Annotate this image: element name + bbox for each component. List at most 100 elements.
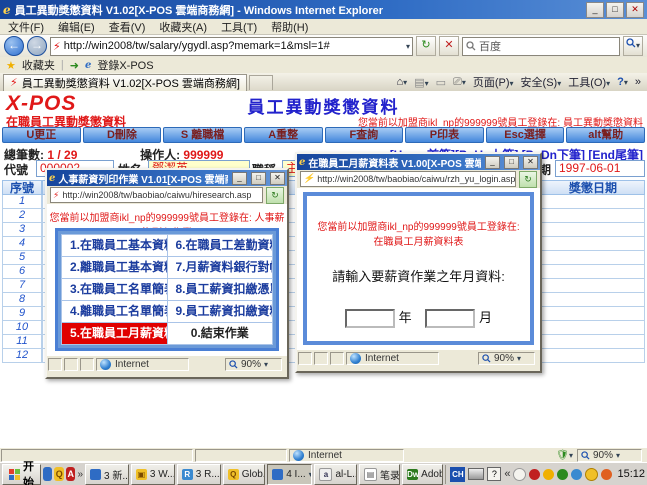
resign-file-button[interactable]: S 離職檔 — [163, 127, 242, 143]
menu-item-4[interactable]: 4.離職員工名單簡表列表 — [62, 301, 167, 322]
quicklaunch-app-icon[interactable]: A — [66, 467, 75, 481]
help-tray-icon[interactable]: ? — [487, 467, 501, 481]
taskbar-button[interactable]: QGlob... — [223, 464, 266, 485]
tray-msn-icon[interactable] — [571, 469, 582, 480]
print-button[interactable]: P印表 — [405, 127, 484, 143]
taskbar-button-active[interactable]: e4 I...▾ — [267, 464, 312, 485]
taskbar-button[interactable]: e3 新...▾ — [85, 464, 129, 485]
protected-mode-icon[interactable]: 🛡▾ — [556, 450, 573, 461]
site-favicon-icon: ⚡ — [53, 40, 61, 53]
menu-file[interactable]: 文件(F) — [8, 19, 44, 35]
menu-item-2[interactable]: 2.離職員工基本資料列表 — [62, 257, 167, 278]
address-dropdown-icon[interactable]: ▾ — [406, 42, 410, 51]
printer-tray-icon[interactable] — [468, 468, 484, 480]
back-icon[interactable]: ← — [4, 36, 24, 56]
go-icon[interactable]: ↻ — [266, 187, 284, 204]
zoom-control[interactable]: 90%▾ — [478, 352, 535, 365]
feed-icon[interactable]: ▤▾ — [414, 76, 428, 89]
minimize-button[interactable]: _ — [232, 172, 247, 185]
menu-item-7[interactable]: 7.月薪資料銀行對帳列表 — [168, 257, 273, 278]
print-icon[interactable]: ⎚▾ — [453, 76, 466, 89]
search-input[interactable]: 百度 — [462, 37, 620, 56]
year-month-inputs: 年 月 — [307, 307, 530, 328]
help-icon[interactable]: ?▾ — [617, 76, 628, 88]
maximize-button[interactable]: □ — [606, 2, 624, 18]
address-url[interactable]: http://win2008/tw/salary/ygydl.asp?memar… — [64, 40, 403, 52]
quicklaunch-qq-icon[interactable]: Q — [54, 467, 63, 481]
favorites-link-xpos[interactable]: 登錄X-POS — [97, 57, 153, 73]
chevron-more-icon[interactable]: » — [635, 76, 641, 88]
maximize-button[interactable]: □ — [504, 156, 519, 169]
menu-item-6[interactable]: 6.在職員工差勤資料列表 — [168, 235, 273, 256]
help-button[interactable]: alt幫助 — [566, 127, 645, 143]
tab-favicon-icon: ⚡ — [10, 76, 18, 89]
zoom-icon — [482, 354, 491, 363]
refresh-icon[interactable]: ↻ — [416, 36, 436, 56]
clock[interactable]: 15:12 — [617, 468, 645, 480]
address-url[interactable]: ⚡ http://win2008/tw/baobiao/caiwu/hirese… — [50, 187, 263, 203]
tray-shield-green-icon[interactable] — [557, 469, 568, 480]
tab-bar: ⚡ 員工異動獎懲資料 V1.02[X-POS 雲端商務網] ⌂▾ ▤▾ ▭ ⎚▾… — [0, 73, 647, 91]
tray-star-icon[interactable] — [543, 469, 554, 480]
minimize-button[interactable]: _ — [485, 156, 500, 169]
update-button[interactable]: U更正 — [2, 127, 81, 143]
taskbar-button[interactable]: R3 R...▾ — [177, 464, 221, 485]
collapse-tray-icon[interactable]: « — [504, 468, 510, 480]
close-button[interactable]: ✕ — [270, 172, 285, 185]
query-button[interactable]: F查詢 — [325, 127, 404, 143]
menu-help[interactable]: 帮助(H) — [271, 19, 308, 35]
language-indicator[interactable]: CH — [450, 467, 465, 482]
minimize-button[interactable]: _ — [586, 2, 604, 18]
menu-item-9[interactable]: 9.員工薪資扣繳資料列表 — [168, 301, 273, 322]
stop-icon[interactable]: ✕ — [439, 36, 459, 56]
menu-favorites[interactable]: 收藏夹(A) — [159, 19, 207, 35]
close-button[interactable]: ✕ — [523, 156, 538, 169]
address-bar[interactable]: ⚡ http://win2008/tw/salary/ygydl.asp?mem… — [50, 37, 413, 56]
taskbar-button[interactable]: DwAdob... — [402, 464, 443, 485]
add-favorite-icon[interactable]: ➜ — [70, 59, 79, 72]
start-button[interactable]: 开始 — [2, 464, 41, 485]
new-tab-button[interactable] — [249, 75, 273, 90]
print-window-title: 人事薪資列印作業 V1.01[X-POS 雲端商務網] — [58, 171, 228, 186]
menu-item-3[interactable]: 3.在職員工名單簡表列表 — [62, 279, 167, 300]
menu-view[interactable]: 查看(V) — [109, 19, 146, 35]
mail-icon[interactable]: ▭ — [436, 76, 446, 89]
year-input[interactable] — [345, 309, 395, 328]
tray-update-icon[interactable] — [601, 469, 612, 480]
menu-item-5-selected[interactable]: 5.在職員工月薪資料列表 — [62, 323, 167, 344]
go-icon[interactable]: ↻ — [519, 171, 537, 188]
tray-qq-icon[interactable] — [529, 469, 540, 480]
favorites-label[interactable]: 收藏夹 — [22, 57, 55, 73]
delete-button[interactable]: D刪除 — [83, 127, 162, 143]
tab-active[interactable]: ⚡ 員工異動獎懲資料 V1.02[X-POS 雲端商務網] — [3, 74, 247, 91]
menu-edit[interactable]: 编辑(E) — [58, 19, 95, 35]
taskbar-button[interactable]: aal-L... — [314, 464, 357, 485]
taskbar-button[interactable]: ▤笔录... — [359, 464, 400, 485]
zoom-control[interactable]: 90%▾ — [225, 358, 282, 371]
maximize-button[interactable]: □ — [251, 172, 266, 185]
quicklaunch-ie-icon[interactable]: e — [43, 467, 52, 481]
menu-item-8[interactable]: 8.員工薪資扣繳憑單列表 — [168, 279, 273, 300]
menu-item-1[interactable]: 1.在職員工基本資料列表 — [62, 235, 167, 256]
salary-login-notice: 您當前以加盟商ikl_np的999999號員工登錄在: 在職員工月薪資料表 — [317, 218, 520, 248]
esc-select-button[interactable]: Esc選擇 — [486, 127, 565, 143]
home-icon[interactable]: ⌂▾ — [397, 76, 408, 88]
tray-security-icon[interactable] — [585, 468, 598, 481]
quicklaunch-more-icon[interactable]: » — [77, 469, 83, 480]
rebuild-button[interactable]: A重整 — [244, 127, 323, 143]
menu-item-0-exit[interactable]: 0.結束作業 — [168, 323, 273, 344]
search-go-icon[interactable]: ▾ — [623, 36, 643, 56]
close-button[interactable]: ✕ — [626, 2, 644, 18]
safety-menu[interactable]: 安全(S)▾ — [521, 74, 562, 90]
month-input[interactable] — [425, 309, 475, 328]
page-menu[interactable]: 页面(P)▾ — [473, 74, 514, 90]
menu-tools[interactable]: 工具(T) — [221, 19, 257, 35]
zoom-control[interactable]: 90%▾ — [577, 449, 642, 462]
address-url[interactable]: ⚡ http://win2008/tw/baobiao/caiwu/rzh_yu… — [300, 171, 516, 187]
star-icon[interactable]: ★ — [6, 59, 16, 72]
tools-menu[interactable]: 工具(O)▾ — [568, 74, 610, 90]
tray-notepad-icon[interactable] — [513, 468, 526, 481]
forward-icon[interactable]: → — [27, 36, 47, 56]
hiredate-field[interactable]: 1997-06-01 — [555, 160, 645, 177]
taskbar-button[interactable]: ▣3 W...▾ — [131, 464, 175, 485]
